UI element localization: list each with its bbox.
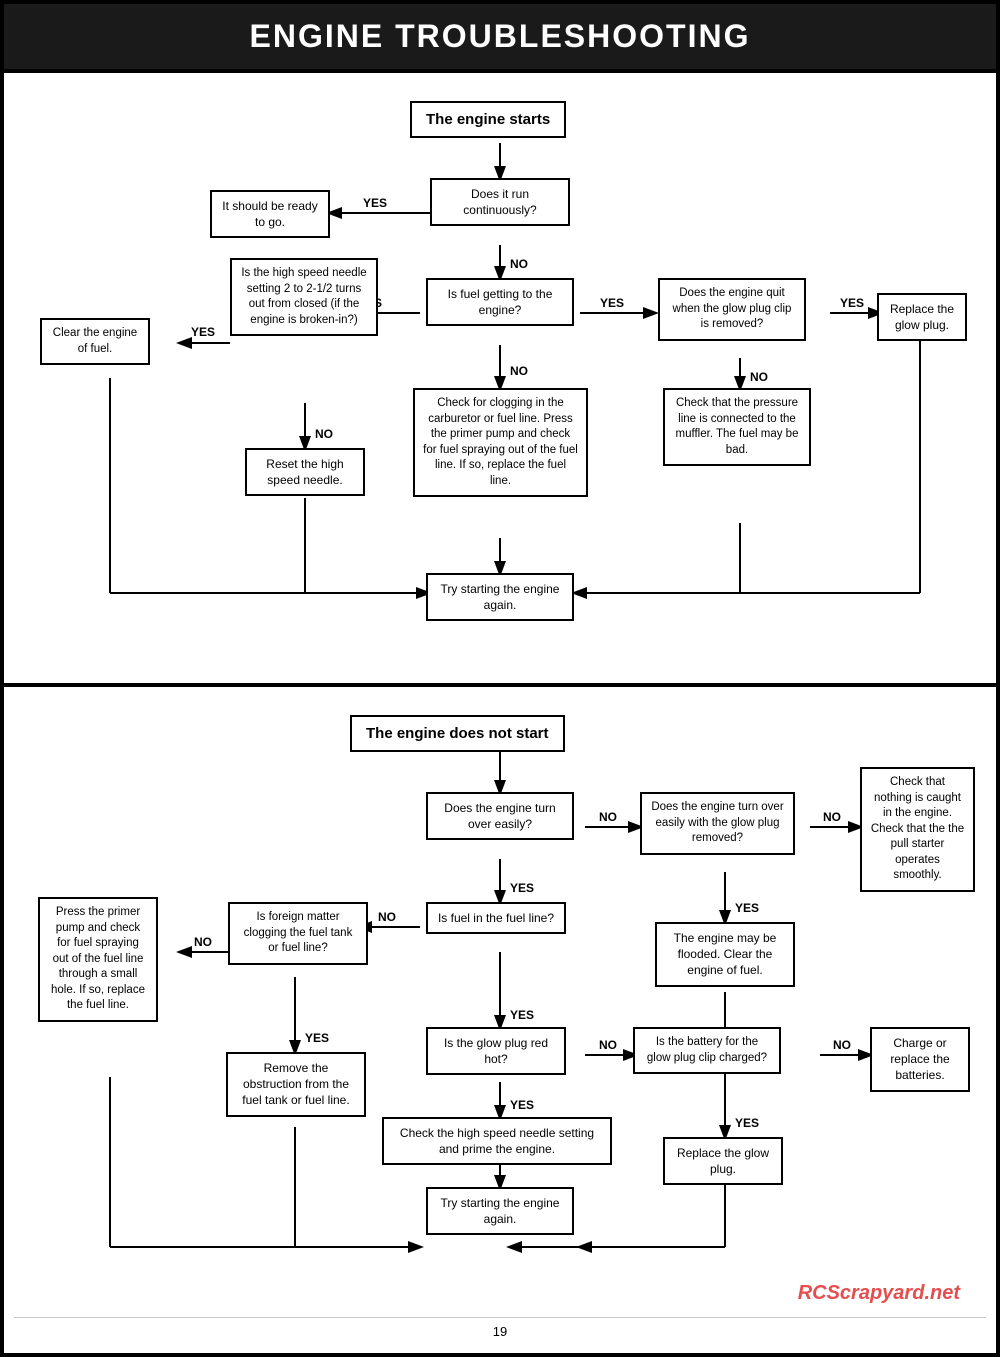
is-fuel-in-line-box: Is fuel in the fuel line? xyxy=(426,902,566,934)
svg-text:NO: NO xyxy=(510,364,528,378)
replace-glow-plug-box: Replace the glow plug. xyxy=(877,293,967,341)
is-fuel-getting-box: Is fuel getting to the engine? xyxy=(426,278,574,326)
check-nothing-box: Check that nothing is caught in the engi… xyxy=(860,767,975,892)
main-content: YES NO YES YES NO YES NO xyxy=(0,73,1000,1357)
section-divider xyxy=(4,683,996,687)
does-engine-turn-glow-box: Does the engine turn over easily with th… xyxy=(640,792,795,855)
clear-engine-box: Clear the engine of fuel. xyxy=(40,318,150,365)
does-it-run-box: Does it run continuously? xyxy=(430,178,570,226)
section2-title-box: The engine does not start xyxy=(350,715,565,752)
svg-text:NO: NO xyxy=(750,370,768,384)
try-starting-2-box: Try starting the engine again. xyxy=(426,1187,574,1235)
svg-text:NO: NO xyxy=(194,935,212,949)
reset-high-speed-box: Reset the high speed needle. xyxy=(245,448,365,496)
charge-replace-box: Charge or replace the batteries. xyxy=(870,1027,970,1092)
high-speed-needle-box: Is the high speed needle setting 2 to 2-… xyxy=(230,258,378,336)
svg-text:NO: NO xyxy=(599,1038,617,1052)
section1: YES NO YES YES NO YES NO xyxy=(20,83,980,673)
svg-text:YES: YES xyxy=(735,1116,759,1130)
check-high-speed-box: Check the high speed needle setting and … xyxy=(382,1117,612,1165)
ready-to-go-box: It should be ready to go. xyxy=(210,190,330,238)
svg-text:YES: YES xyxy=(510,881,534,895)
press-primer-box: Press the primer pump and check for fuel… xyxy=(38,897,158,1022)
remove-obstruction-box: Remove the obstruction from the fuel tan… xyxy=(226,1052,366,1117)
check-pressure-box: Check that the pressure line is connecte… xyxy=(663,388,811,466)
does-engine-quit-box: Does the engine quit when the glow plug … xyxy=(658,278,806,341)
try-starting-1-box: Try starting the engine again. xyxy=(426,573,574,621)
is-foreign-matter-box: Is foreign matter clogging the fuel tank… xyxy=(228,902,368,965)
svg-text:NO: NO xyxy=(823,810,841,824)
svg-text:YES: YES xyxy=(510,1008,534,1022)
engine-flooded-box: The engine may be flooded. Clear the eng… xyxy=(655,922,795,987)
svg-text:NO: NO xyxy=(378,910,396,924)
svg-text:YES: YES xyxy=(363,196,387,210)
is-glow-plug-red-box: Is the glow plug red hot? xyxy=(426,1027,566,1075)
section1-title-box: The engine starts xyxy=(410,101,566,138)
svg-text:NO: NO xyxy=(833,1038,851,1052)
svg-text:YES: YES xyxy=(840,296,864,310)
svg-text:NO: NO xyxy=(510,257,528,271)
svg-text:NO: NO xyxy=(315,427,333,441)
svg-text:YES: YES xyxy=(600,296,624,310)
does-engine-turn-over-box: Does the engine turn over easily? xyxy=(426,792,574,840)
svg-text:NO: NO xyxy=(599,810,617,824)
check-clogging-box: Check for clogging in the carburetor or … xyxy=(413,388,588,497)
replace-glow-plug2-box: Replace the glow plug. xyxy=(663,1137,783,1185)
is-battery-charged-box: Is the battery for the glow plug clip ch… xyxy=(633,1027,781,1074)
svg-text:YES: YES xyxy=(305,1031,329,1045)
svg-text:YES: YES xyxy=(510,1098,534,1112)
page-number: 19 xyxy=(14,1317,986,1343)
svg-text:YES: YES xyxy=(191,325,215,339)
svg-text:YES: YES xyxy=(735,901,759,915)
page-title: ENGINE TROUBLESHOOTING xyxy=(0,0,1000,73)
section2: NO YES NO YES YES NO NO xyxy=(20,697,980,1317)
